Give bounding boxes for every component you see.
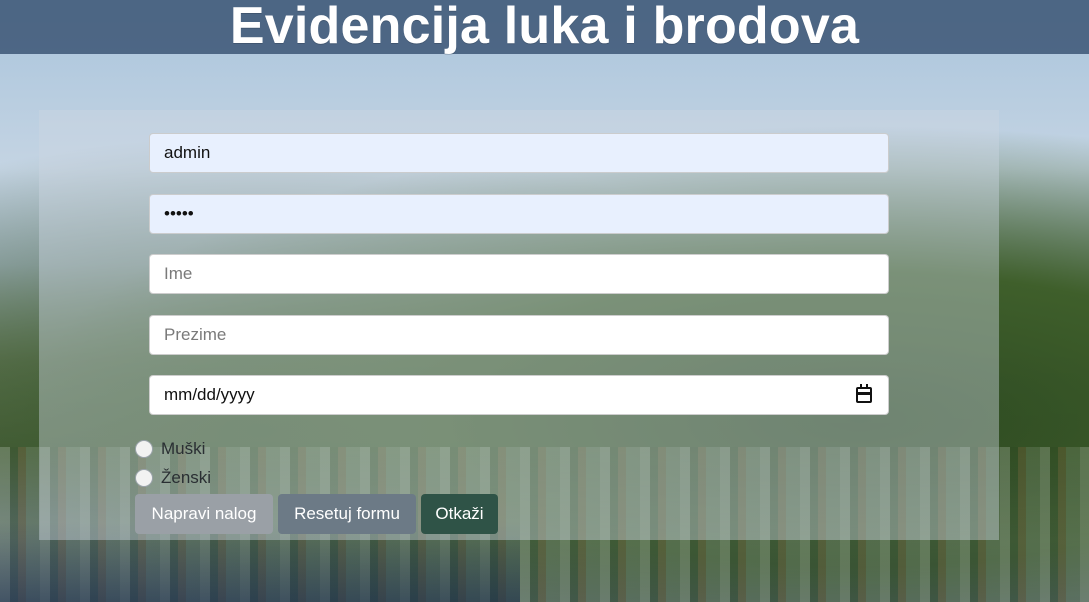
birth-date-field[interactable]: mm/dd/yyyy <box>149 375 889 415</box>
password-field[interactable]: ••••• <box>149 194 889 234</box>
page-title: Evidencija luka i brodova <box>229 0 860 55</box>
birth-date-value: mm/dd/yyyy <box>164 385 255 404</box>
gender-label-female: Ženski <box>161 468 212 487</box>
first-name-field[interactable]: Ime <box>149 254 889 294</box>
radio-button[interactable] <box>135 469 153 487</box>
reset-form-button[interactable]: Resetuj formu <box>278 494 416 534</box>
password-value: ••••• <box>164 204 194 223</box>
last-name-placeholder: Prezime <box>164 325 227 344</box>
first-name-placeholder: Ime <box>164 264 193 283</box>
cancel-button[interactable]: Otkaži <box>421 494 498 534</box>
gender-option-male[interactable]: Muški <box>135 437 205 461</box>
create-account-button[interactable]: Napravi nalog <box>135 494 273 534</box>
username-value: admin <box>164 143 211 162</box>
username-field[interactable]: admin <box>149 133 889 173</box>
last-name-field[interactable]: Prezime <box>149 315 889 355</box>
top-header-bar: Evidencija luka i brodova <box>0 0 1089 55</box>
radio-button[interactable] <box>135 440 153 458</box>
gender-option-female[interactable]: Ženski <box>135 466 211 490</box>
calendar-icon[interactable] <box>856 384 872 403</box>
gender-label-male: Muški <box>161 439 206 458</box>
